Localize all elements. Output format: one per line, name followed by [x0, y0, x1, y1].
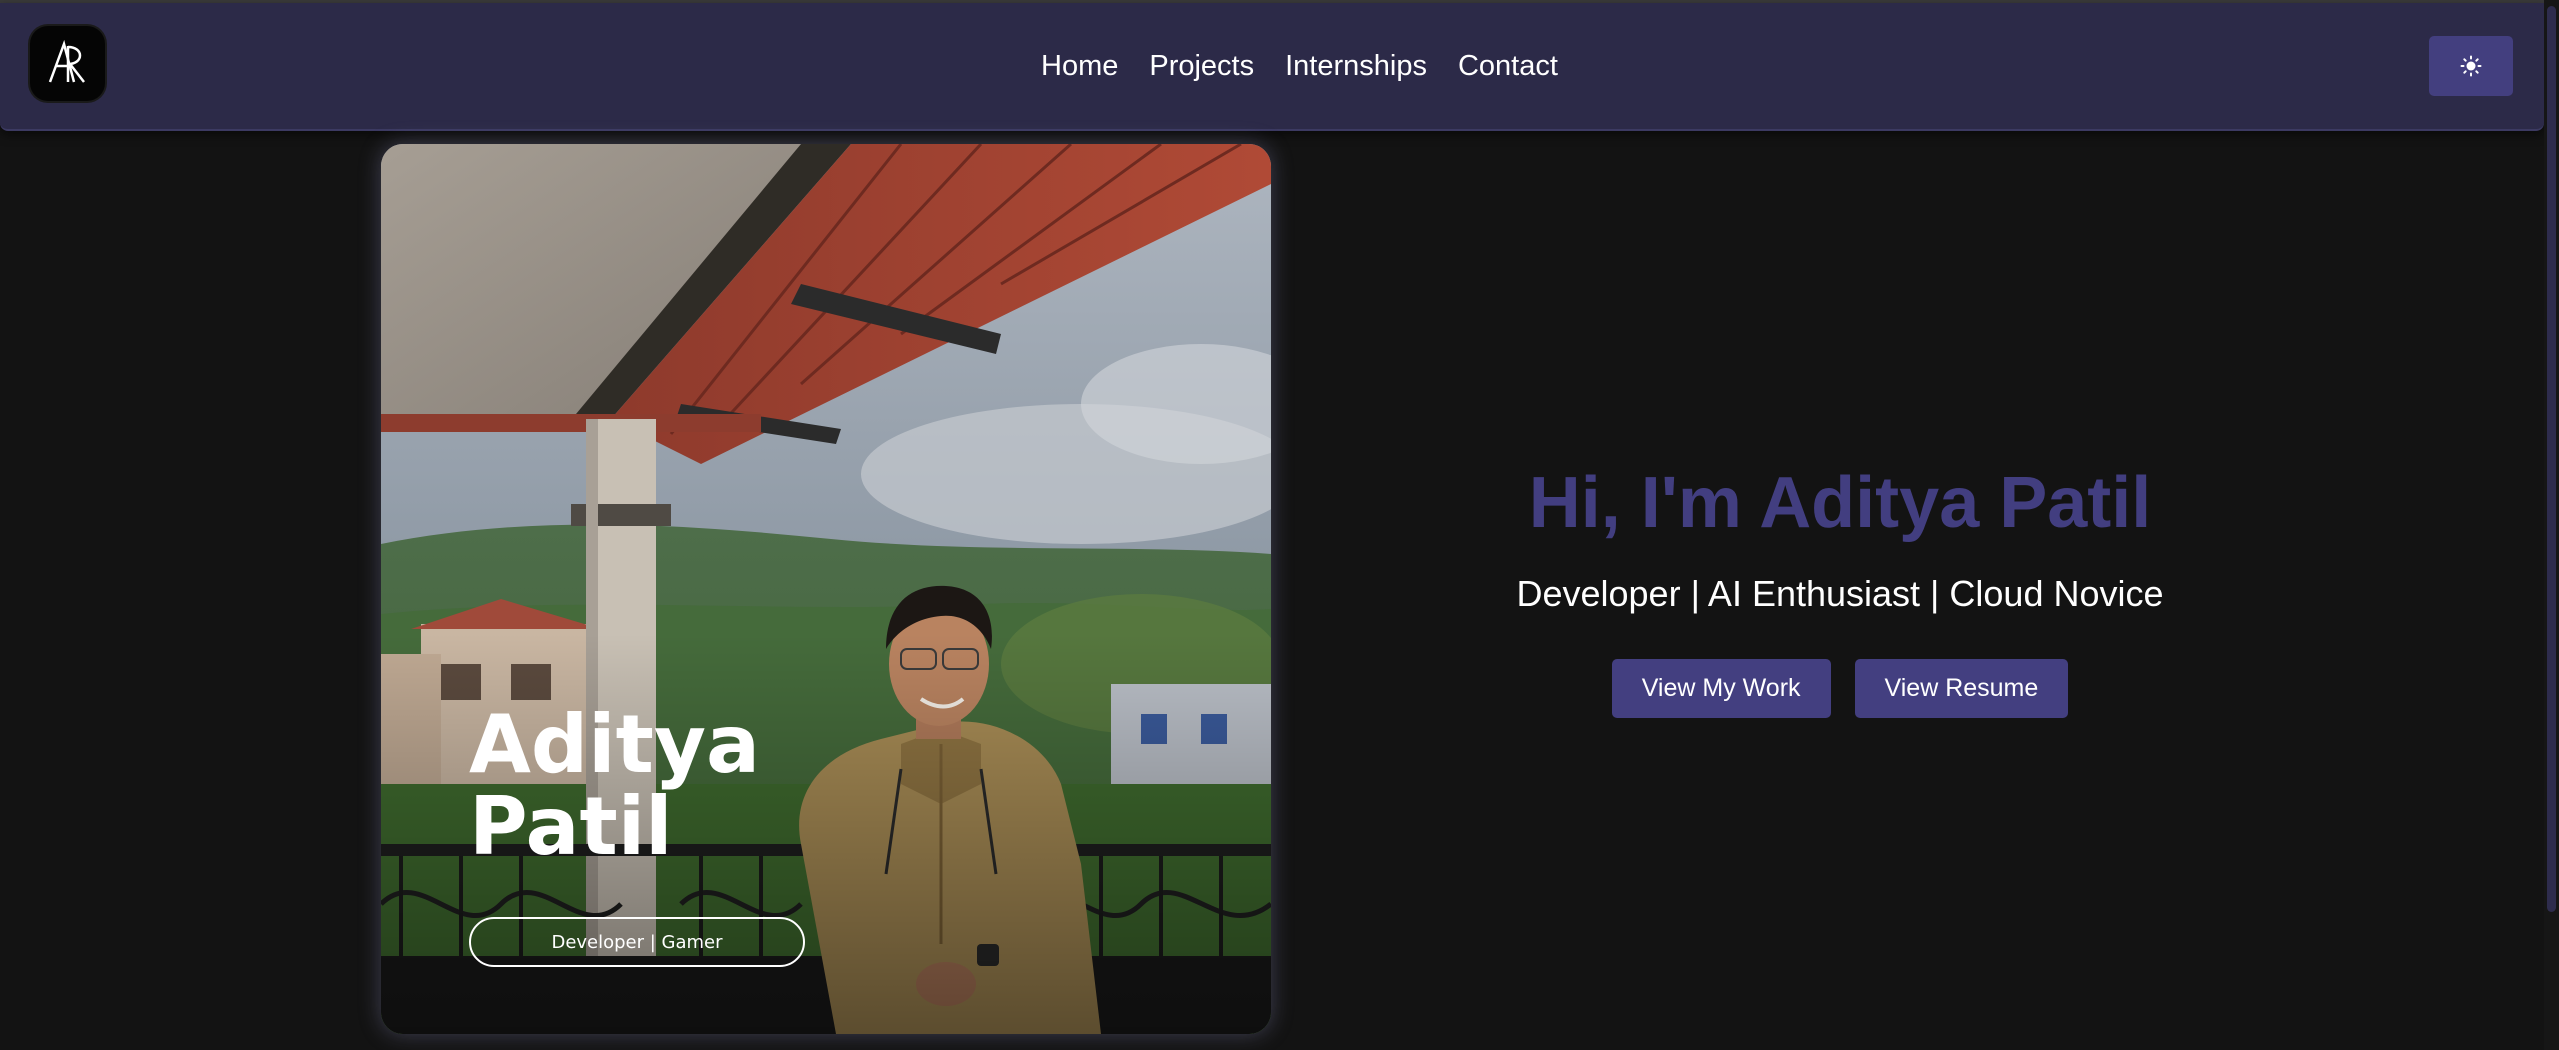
scrollbar-thumb[interactable] [2547, 6, 2556, 912]
nav-home-link[interactable]: Home [1041, 49, 1118, 83]
profile-photo-card: Aditya Patil Developer | Gamer [381, 144, 1271, 1034]
hero-subtitle: Developer | AI Enthusiast | Cloud Novice [1516, 573, 2164, 614]
card-name: Aditya Patil [469, 704, 889, 868]
profile-photo [381, 144, 1271, 1034]
view-resume-button[interactable]: View Resume [1854, 659, 2069, 718]
view-my-work-button[interactable]: View My Work [1611, 659, 1831, 718]
hero-actions: View My Work View Resume [1400, 659, 2280, 718]
sun-icon [2460, 55, 2482, 77]
hero-section: Hi, I'm Aditya Patil Developer | AI Enth… [1400, 460, 2280, 718]
card-name-first: Aditya [469, 698, 760, 791]
nav-internships-link[interactable]: Internships [1285, 49, 1427, 83]
navbar: Home Projects Internships Contact [0, 3, 2544, 131]
nav-projects-link[interactable]: Projects [1149, 49, 1254, 83]
hero-title: Hi, I'm Aditya Patil [1528, 463, 2152, 543]
card-tag-pill: Developer | Gamer [469, 917, 805, 967]
site-logo[interactable] [30, 26, 105, 101]
main-nav: Home Projects Internships Contact [1041, 49, 1558, 83]
nav-contact-link[interactable]: Contact [1458, 49, 1558, 83]
card-name-last: Patil [469, 780, 673, 873]
logo-monogram-icon [48, 39, 85, 83]
theme-toggle-button[interactable] [2429, 36, 2513, 96]
